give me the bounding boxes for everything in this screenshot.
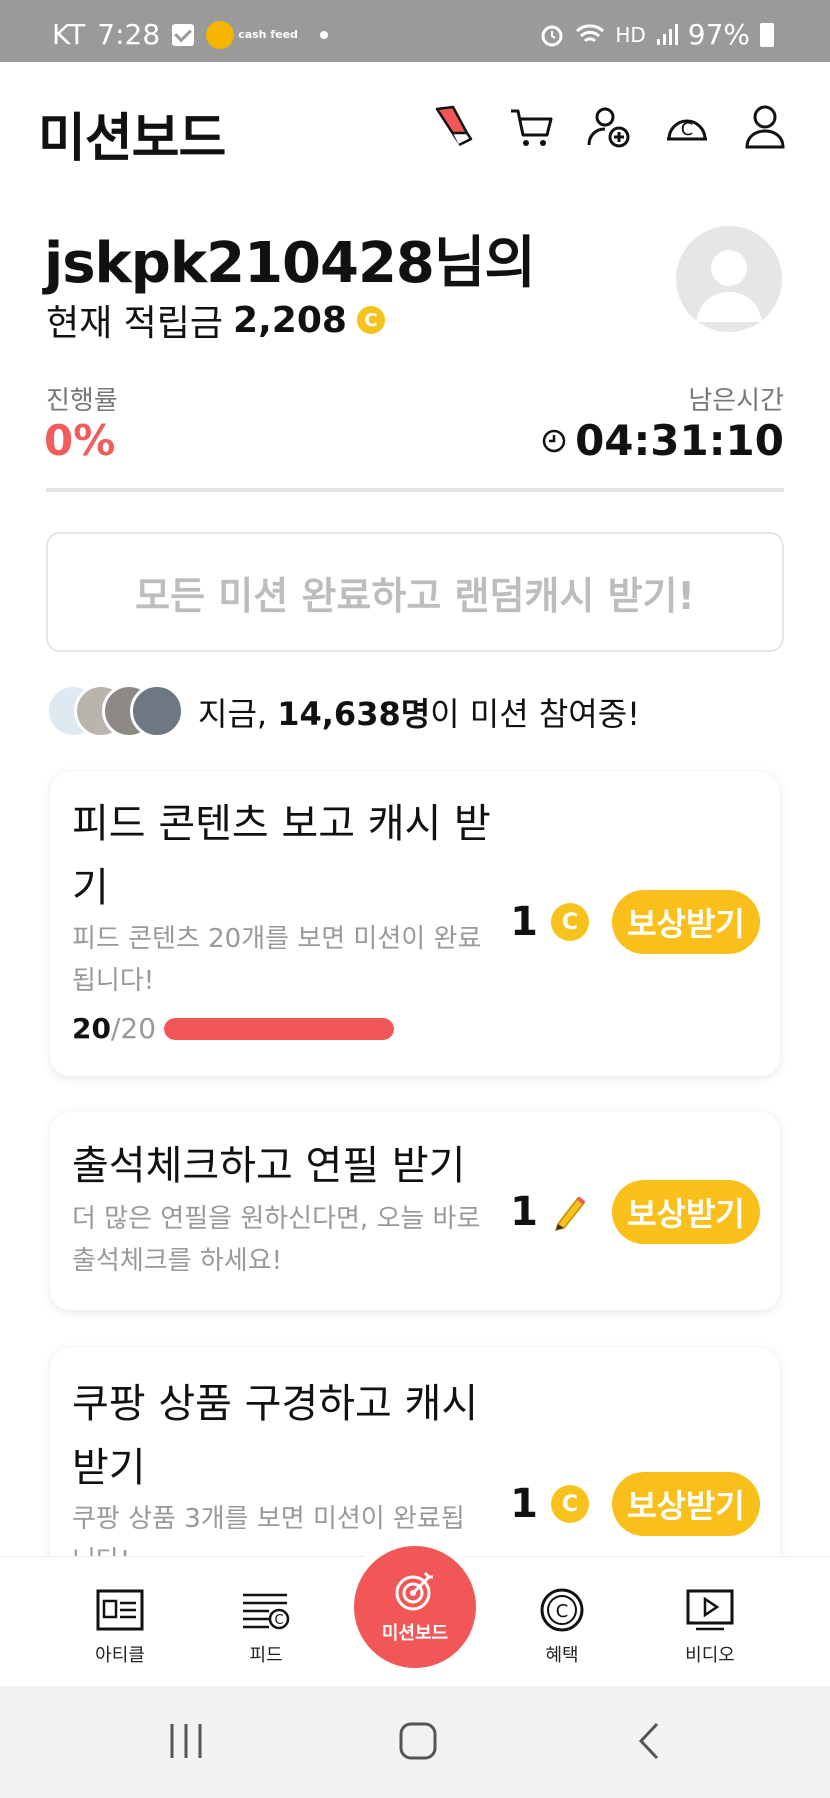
remaining-time-value: 04:31:10 — [575, 416, 784, 465]
user-icon[interactable] — [740, 102, 790, 152]
participant-avatar — [130, 684, 184, 738]
mission-title: 쿠팡 상품 구경하고 캐시받기 — [72, 1381, 479, 1491]
remaining-time: 04:31:10 — [541, 416, 784, 465]
mission-description: 피드 콘텐츠 20개를 보면 미션이 완료됩니다! — [72, 924, 482, 996]
nav-benefit[interactable]: C 혜택 — [502, 1585, 622, 1667]
participant-avatars — [46, 684, 186, 740]
video-icon — [650, 1585, 770, 1635]
back-icon[interactable] — [620, 1716, 680, 1766]
more-notifications-dot-icon — [319, 30, 328, 39]
nav-feed[interactable]: C 피드 — [206, 1585, 326, 1667]
progress-value: 0% — [44, 416, 116, 465]
points-value: 2,208 — [233, 299, 347, 341]
article-icon — [60, 1585, 180, 1635]
cart-icon[interactable] — [506, 102, 556, 152]
participants-count: 14,638명 — [277, 695, 431, 733]
claim-reward-button[interactable]: 보상받기 — [612, 1180, 760, 1244]
shoe-icon[interactable] — [428, 102, 478, 152]
nav-article-label: 아티클 — [95, 1645, 145, 1666]
svg-text:C: C — [556, 1601, 569, 1622]
coin-icon: C — [550, 1484, 590, 1524]
points-label: 현재 적립금 — [46, 303, 224, 344]
pencil-icon — [550, 1192, 590, 1232]
feed-icon: C — [206, 1585, 326, 1635]
nav-feed-label: 피드 — [249, 1645, 283, 1666]
mission-card[interactable]: 출석체크하고 연필 받기 더 많은 연필을 원하신다면, 오늘 바로 출석체크를… — [50, 1112, 780, 1310]
task-check-icon — [172, 23, 195, 46]
target-icon — [395, 1571, 433, 1611]
nav-video[interactable]: 비디오 — [650, 1585, 770, 1667]
coin-icon: C — [550, 902, 590, 942]
points-summary: 현재 적립금 2,208 C — [46, 294, 385, 346]
alarm-icon — [541, 25, 563, 46]
mission-reward: 1 C 보상받기 — [498, 1472, 760, 1536]
claim-reward-button[interactable]: 보상받기 — [612, 1472, 760, 1536]
coin-icon: C — [356, 306, 385, 334]
page-title: 미션보드 — [38, 109, 226, 169]
carrier-label: KT — [52, 18, 86, 51]
reward-amount: 1 — [510, 1189, 538, 1235]
mission-title: 피드 콘텐츠 보고 캐시 받기 — [72, 801, 491, 911]
participants-row: 지금, 14,638명이 미션 참여중! — [46, 684, 640, 740]
remaining-time-label: 남은시간 — [688, 386, 784, 416]
progress-count: 20 — [72, 1012, 111, 1045]
network-badge: HD — [615, 22, 646, 47]
progress-bar — [164, 1017, 395, 1040]
app-header: 미션보드 C — [0, 62, 830, 192]
coin-bag-icon[interactable]: C — [662, 102, 712, 152]
claim-reward-button[interactable]: 보상받기 — [612, 890, 760, 954]
clock-icon — [542, 429, 566, 452]
svg-text:C: C — [681, 119, 694, 140]
battery-icon — [760, 22, 774, 47]
battery-percent: 97% — [687, 18, 750, 51]
nav-mission-board[interactable]: 미션보드 — [354, 1546, 476, 1668]
mission-reward: 1 C 보상받기 — [498, 890, 760, 954]
participants-text: 지금, 14,638명이 미션 참여중! — [198, 695, 640, 733]
divider — [46, 488, 784, 492]
mission-progress: 20/20 — [72, 1012, 395, 1045]
mission-card[interactable]: 피드 콘텐츠 보고 캐시 받기 피드 콘텐츠 20개를 보면 미션이 완료됩니다… — [50, 772, 780, 1076]
svg-text:C: C — [274, 1613, 283, 1628]
nav-benefit-label: 혜택 — [545, 1645, 579, 1666]
progress-label: 진행률 — [46, 386, 118, 416]
cashfeed-notification-icon: cash feed — [206, 20, 298, 49]
mission-reward: 1 보상받기 — [498, 1180, 760, 1244]
progress-bar-fill — [164, 1017, 395, 1040]
complete-all-banner[interactable]: 모든 미션 완료하고 랜덤캐시 받기! — [46, 532, 784, 652]
clock: 7:28 — [97, 18, 161, 51]
avatar[interactable] — [676, 226, 782, 332]
signal-icon — [656, 23, 678, 45]
home-icon[interactable] — [388, 1716, 448, 1766]
mission-description: 더 많은 연필을 원하신다면, 오늘 바로 출석체크를 하세요! — [72, 1204, 481, 1276]
status-bar: KT 7:28 cash feed HD 97% — [0, 0, 830, 62]
reward-amount: 1 — [510, 899, 538, 945]
progress-total: /20 — [110, 1012, 157, 1045]
nav-article[interactable]: 아티클 — [60, 1585, 180, 1667]
benefit-icon: C — [502, 1585, 622, 1635]
reward-amount: 1 — [510, 1481, 538, 1527]
mission-title: 출석체크하고 연필 받기 — [72, 1143, 466, 1189]
nav-video-label: 비디오 — [685, 1645, 735, 1666]
wifi-icon — [576, 23, 605, 42]
add-friend-icon[interactable] — [584, 102, 634, 152]
nav-mission-board-label: 미션보드 — [381, 1623, 449, 1644]
system-nav-bar — [0, 1686, 830, 1798]
recent-apps-icon[interactable] — [156, 1716, 216, 1766]
profile-name: jskpk210428님의 — [44, 231, 536, 296]
